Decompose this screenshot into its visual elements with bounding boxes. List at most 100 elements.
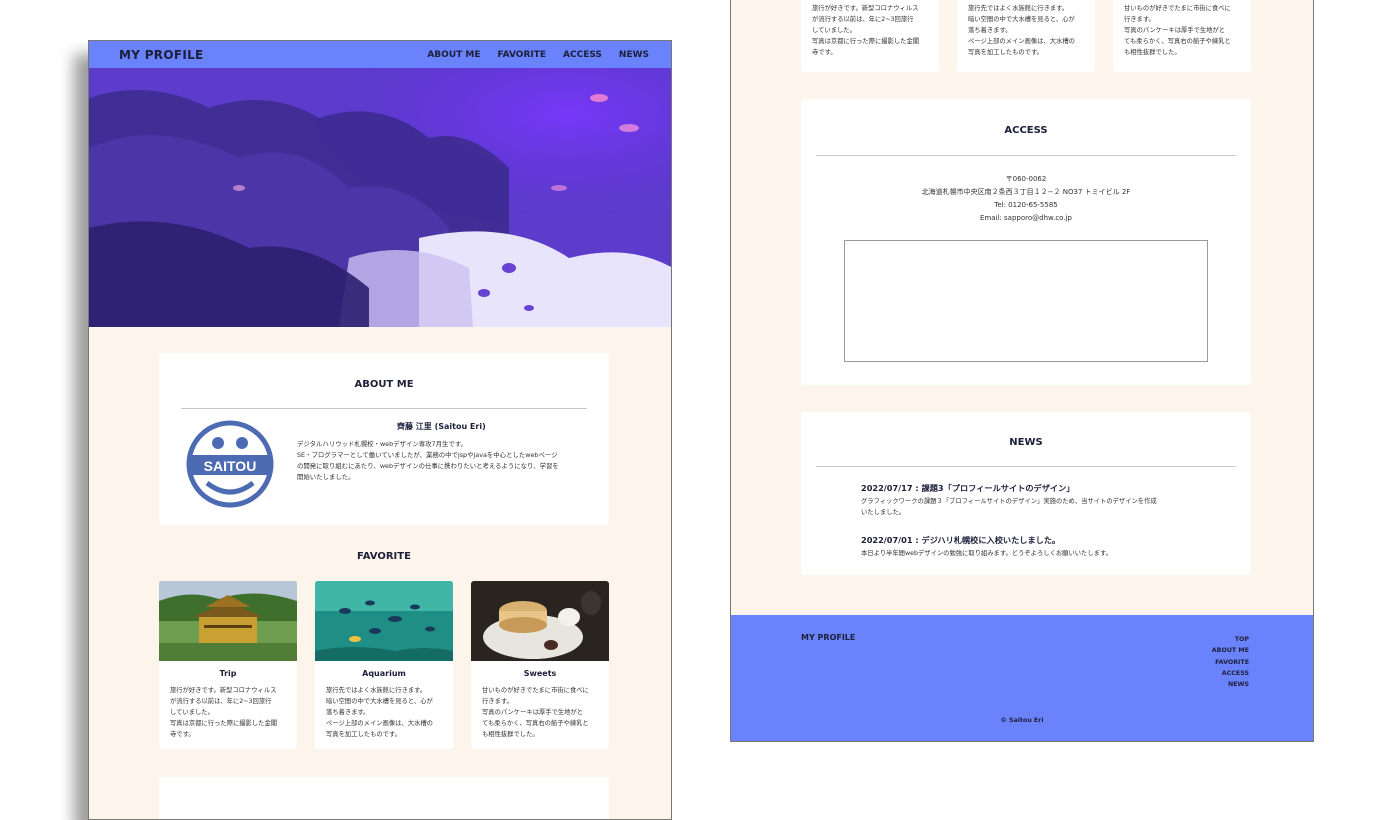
favorite-text-line: が流行する以前は、年に2~3回旅行 <box>812 16 914 23</box>
favorite-text: 甘いものが好きでたまに市街に食べに 行きます。 写真のパンケーキは厚手で生地がと… <box>482 685 604 740</box>
favorite-card-sweets[interactable]: Sweets 甘いものが好きでたまに市街に食べに 行きます。 写真のパンケーキは… <box>471 581 609 749</box>
access-card-peek <box>159 777 609 819</box>
site-nav: ABOUT ME FAVORITE ACCESS NEWS <box>427 50 649 60</box>
map-embed[interactable] <box>844 240 1208 362</box>
profile-page-top-mockup: MY PROFILE ABOUT ME FAVORITE ACCESS NEWS <box>88 40 672 820</box>
favorite-text-line: 暗い空間の中で大水槽を見ると、心が <box>968 16 1075 23</box>
copyright: © Saitou Eri <box>1000 717 1044 724</box>
favorite-text-line: 旅行が好きです。新型コロナウィルス <box>812 5 919 12</box>
access-card: ACCESS 〒060-0062 北海道札幌市中央区南２条西３丁目１２−２ NO… <box>801 99 1251 385</box>
sweets-photo <box>471 581 609 661</box>
favorite-card-aquarium[interactable]: 旅行先ではよく水族館に行きます。 暗い空間の中で大水槽を見ると、心が 落ち着きま… <box>957 0 1095 72</box>
footer-nav-top[interactable]: TOP <box>1212 634 1249 645</box>
phone: Tel: 0120-65-5585 <box>994 201 1058 209</box>
bio-line: の開発に取り組むにあたり、webデザインの仕事に携わりたいと考えるようになり、学… <box>297 462 559 470</box>
favorite-text-line: も相性抜群でした。 <box>482 731 539 738</box>
favorite-text-line: 写真のパンケーキは厚手で生地がと <box>1124 27 1226 34</box>
nav-access[interactable]: ACCESS <box>563 50 602 60</box>
profile-bio: デジタルハリウッド札幌校・webデザイン専攻7月生です。 SE・プログラマーとし… <box>297 439 597 483</box>
email: Email: sapporo@dhw.co.jp <box>980 214 1072 222</box>
profile-name: 齊藤 江里 (Saitou Eri) <box>397 422 486 431</box>
favorite-text-line: 行きます。 <box>482 698 513 705</box>
favorite-text-line: 甘いものが好きでたまに市街に食べに <box>1124 5 1231 12</box>
news-body: 本日より半年間webデザインの勉強に取り組みます。どうぞよろしくお願いいたします… <box>861 548 1201 559</box>
favorite-text: 旅行が好きです。新型コロナウィルス が流行する以前は、年に2~3回旅行 していま… <box>170 685 292 740</box>
favorite-card-aquarium[interactable]: Aquarium 旅行先ではよく水族館に行きます。 暗い空間の中で大水槽を見ると… <box>315 581 453 749</box>
aquarium-photo <box>315 581 453 661</box>
favorite-title: FAVORITE <box>357 551 411 562</box>
favorite-text-line: 行きます。 <box>1124 16 1155 23</box>
favorite-text-line: ページ上部のメイン画像は、大水槽の <box>968 38 1075 45</box>
favorite-card-trip[interactable]: 旅行が好きです。新型コロナウィルス が流行する以前は、年に2~3回旅行 していま… <box>801 0 939 72</box>
news-body-line: いたしました。 <box>861 509 906 516</box>
news-heading: 2022/07/17 : 課題3「プロフィールサイトのデザイン」 <box>861 483 1075 493</box>
news-body: グラフィックワークの課題３「プロフィールサイトのデザイン」実施のため、当サイトの… <box>861 496 1201 518</box>
favorite-text-line: 写真は京都に行った際に撮影した金閣 <box>812 38 920 45</box>
nav-news[interactable]: NEWS <box>619 50 649 60</box>
favorite-name: Sweets <box>523 669 557 678</box>
favorite-text-line: 落ち着きます。 <box>968 27 1012 34</box>
favorite-text: 旅行先ではよく水族館に行きます。 暗い空間の中で大水槽を見ると、心が 落ち着きま… <box>326 685 448 740</box>
favorite-text-line: 写真を加工したものです。 <box>968 49 1043 56</box>
favorite-name: Trip <box>219 669 237 678</box>
favorite-text-line: ても柔らかく、写真右の餡子や練乳と <box>1124 38 1231 45</box>
footer-logo[interactable]: MY PROFILE <box>801 633 855 642</box>
bio-line: デジタルハリウッド札幌校・webデザイン専攻7月生です。 <box>297 440 467 448</box>
favorite-text-line: が流行する以前は、年に2~3回旅行 <box>170 698 272 705</box>
access-divider <box>816 155 1236 156</box>
news-item[interactable]: 2022/07/17 : 課題3「プロフィールサイトのデザイン」 グラフィックワ… <box>861 482 1201 518</box>
postal-code: 〒060-0062 <box>1005 175 1047 183</box>
site-footer: MY PROFILE TOP ABOUT ME FAVORITE ACCESS … <box>731 615 1313 741</box>
news-divider <box>816 466 1236 467</box>
site-header: MY PROFILE ABOUT ME FAVORITE ACCESS NEWS <box>89 41 671 68</box>
saitou-logo-icon: SAITOU <box>186 420 274 508</box>
about-me-title: ABOUT ME <box>354 379 414 390</box>
access-info: 〒060-0062 北海道札幌市中央区南２条西３丁目１２−２ NO37 トミイビ… <box>801 173 1251 225</box>
footer-nav-access[interactable]: ACCESS <box>1212 668 1249 679</box>
nav-about-me[interactable]: ABOUT ME <box>427 50 480 60</box>
news-body-line: グラフィックワークの課題３「プロフィールサイトのデザイン」実施のため、当サイトの… <box>861 498 1157 505</box>
favorite-text-line: 寺です。 <box>812 49 837 56</box>
footer-nav-about-me[interactable]: ABOUT ME <box>1212 645 1249 656</box>
favorite-text-line: 写真を加工したものです。 <box>326 731 401 738</box>
favorite-text-line: ても柔らかく、写真右の餡子や練乳と <box>482 720 589 727</box>
trip-photo <box>159 581 297 661</box>
favorite-text-line: 旅行先ではよく水族館に行きます。 <box>968 5 1069 12</box>
news-card: NEWS 2022/07/17 : 課題3「プロフィールサイトのデザイン」 グラ… <box>801 412 1251 575</box>
bio-line: SE・プログラマーとして働いていましたが、業務の中でjspやjavaを中心とした… <box>297 451 558 459</box>
favorite-text-line: 旅行先ではよく水族館に行きます。 <box>326 687 427 694</box>
nav-favorite[interactable]: FAVORITE <box>498 50 547 60</box>
favorite-text-line: 旅行が好きです。新型コロナウィルス <box>170 687 277 694</box>
about-me-card: ABOUT ME SAITOU 齊藤 江里 (Saitou Eri) デジタルハ… <box>159 353 609 525</box>
profile-page-bottom-mockup: 旅行が好きです。新型コロナウィルス が流行する以前は、年に2~3回旅行 していま… <box>730 0 1314 742</box>
about-divider <box>181 408 587 409</box>
news-item[interactable]: 2022/07/01 : デジハリ札幌校に入校いたしました。 本日より半年間we… <box>861 534 1201 559</box>
footer-nav: TOP ABOUT ME FAVORITE ACCESS NEWS <box>1212 634 1249 690</box>
footer-nav-news[interactable]: NEWS <box>1212 679 1249 690</box>
footer-nav-favorite[interactable]: FAVORITE <box>1212 657 1249 668</box>
favorite-text-line: していました。 <box>170 709 214 716</box>
favorite-card-trip[interactable]: Trip 旅行が好きです。新型コロナウィルス が流行する以前は、年に2~3回旅行… <box>159 581 297 749</box>
favorite-text-line: 写真のパンケーキは厚手で生地がと <box>482 709 584 716</box>
favorite-text-line: 寺です。 <box>170 731 195 738</box>
saitou-logo-text: SAITOU <box>204 458 257 474</box>
favorite-text-line: 暗い空間の中で大水槽を見ると、心が <box>326 698 433 705</box>
favorite-text-line: 写真は京都に行った際に撮影した金閣 <box>170 720 278 727</box>
hero-aquarium-image <box>89 68 671 327</box>
address: 北海道札幌市中央区南２条西３丁目１２−２ NO37 トミイビル 2F <box>921 188 1131 196</box>
favorite-text-line: 甘いものが好きでたまに市街に食べに <box>482 687 589 694</box>
hero-illustration <box>89 68 671 327</box>
access-title: ACCESS <box>1004 125 1048 136</box>
favorite-name: Aquarium <box>362 669 406 678</box>
favorite-card-sweets[interactable]: 甘いものが好きでたまに市街に食べに 行きます。 写真のパンケーキは厚手で生地がと… <box>1113 0 1251 72</box>
favorite-text-line: していました。 <box>812 27 856 34</box>
news-body-line: 本日より半年間webデザインの勉強に取り組みます。どうぞよろしくお願いいたします… <box>861 550 1112 557</box>
news-title: NEWS <box>1009 437 1043 448</box>
favorite-text: 旅行が好きです。新型コロナウィルス が流行する以前は、年に2~3回旅行 していま… <box>812 3 934 58</box>
favorite-text-line: 落ち着きます。 <box>326 709 370 716</box>
favorite-text-line: も相性抜群でした。 <box>1124 49 1181 56</box>
site-logo[interactable]: MY PROFILE <box>119 48 204 62</box>
bio-line: 開始いたしました。 <box>297 473 355 481</box>
news-heading: 2022/07/01 : デジハリ札幌校に入校いたしました。 <box>861 535 1061 545</box>
favorite-text-line: ページ上部のメイン画像は、大水槽の <box>326 720 433 727</box>
